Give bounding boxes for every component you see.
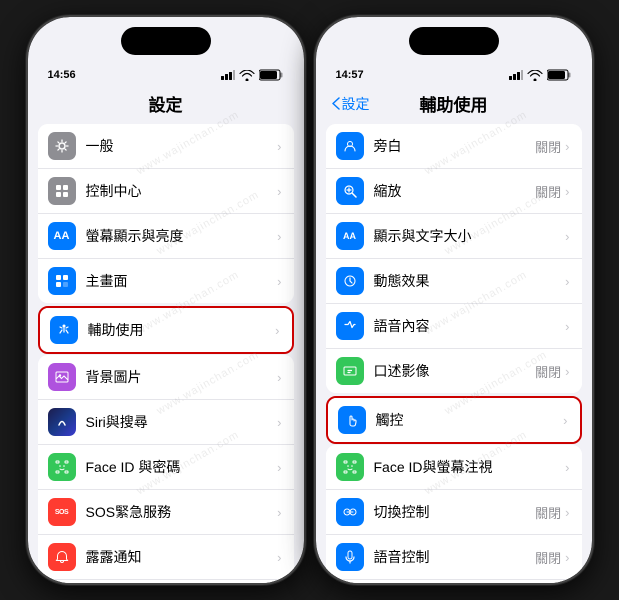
item-home[interactable]: 主畫面 › [38, 259, 294, 303]
section-vision: 旁白 關閉 › 縮放 關閉 › [326, 124, 582, 393]
phone-1-screen: 14:56 設定 [28, 17, 304, 583]
item-motion[interactable]: 動態效果 › [326, 259, 582, 304]
general-icon [48, 132, 76, 160]
control-icon [48, 177, 76, 205]
item-control-label: 控制中心 [86, 181, 278, 201]
notifications-icon [48, 543, 76, 571]
item-control[interactable]: 控制中心 › [38, 169, 294, 214]
item-display-label: 螢幕顯示與亮度 [86, 226, 278, 246]
item-sos[interactable]: SOS SOS緊急服務 › [38, 490, 294, 535]
time-1: 14:56 [48, 69, 76, 81]
textsize-icon: AA [336, 222, 364, 250]
item-battery[interactable]: 電池 › [38, 580, 294, 583]
phone-2: 14:57 設定 輔助使用 [314, 15, 594, 585]
list-inner-1: 一般 › 控制中心 › AA [38, 124, 294, 303]
list-physical-inner: Face ID與螢幕注視 › 切換控制 關閉 › [326, 445, 582, 583]
wallpaper-icon [48, 363, 76, 391]
item-general[interactable]: 一般 › [38, 124, 294, 169]
nav-bar-1: 設定 [28, 87, 304, 124]
wifi-icon-1 [239, 70, 255, 81]
voicecontrol-icon [336, 543, 364, 571]
item-wallpaper[interactable]: 背景圖片 › [38, 355, 294, 400]
highlighted-touch: 觸控 › [326, 396, 582, 444]
highlight-touch-wrapper: 觸控 › [326, 396, 582, 444]
settings-list-2[interactable]: 旁白 關閉 › 縮放 關閉 › [316, 124, 592, 583]
item-switchcontrol[interactable]: 切換控制 關閉 › [326, 490, 582, 535]
audiodesc-icon [336, 357, 364, 385]
item-audiodesc[interactable]: 口述影像 關閉 › [326, 349, 582, 393]
phone-2-screen: 14:57 設定 輔助使用 [316, 17, 592, 583]
item-zoom[interactable]: 縮放 關閉 › [326, 169, 582, 214]
item-voiceover[interactable]: 旁白 關閉 › [326, 124, 582, 169]
voiceover-icon [336, 132, 364, 160]
touch-icon [338, 406, 366, 434]
item-accessibility-label: 輔助使用 [88, 320, 276, 340]
section-physical: Face ID與螢幕注視 › 切換控制 關閉 › [326, 445, 582, 583]
item-faceid2[interactable]: Face ID與螢幕注視 › [326, 445, 582, 490]
motion-icon [336, 267, 364, 295]
item-voicecontrol-label: 語音控制 [374, 547, 536, 567]
back-label-2: 設定 [342, 94, 370, 114]
list-inner-2: 背景圖片 › Siri與搜尋 › [38, 355, 294, 583]
item-touch[interactable]: 觸控 › [328, 398, 580, 442]
item-siri[interactable]: Siri與搜尋 › [38, 400, 294, 445]
settings-list-1[interactable]: 一般 › 控制中心 › AA [28, 124, 304, 583]
item-notifications[interactable]: 露露通知 › [38, 535, 294, 580]
item-siri-label: Siri與搜尋 [86, 412, 278, 432]
nav-title-1: 設定 [149, 91, 183, 116]
item-touch-label: 觸控 [376, 410, 564, 430]
item-sidebutton[interactable]: 側邊按鈕 › [326, 580, 582, 583]
item-notifications-label: 露露通知 [86, 547, 278, 567]
item-spokencontent[interactable]: 語音內容 › [326, 304, 582, 349]
zoom-icon [336, 177, 364, 205]
item-home-label: 主畫面 [86, 271, 278, 291]
item-faceid-label: Face ID 與密碼 [86, 457, 278, 477]
item-spokencontent-label: 語音內容 [374, 316, 566, 336]
item-voiceover-label: 旁白 [374, 136, 536, 156]
item-audiodesc-label: 口述影像 [374, 361, 536, 381]
item-switchcontrol-label: 切換控制 [374, 502, 536, 522]
status-icons-2 [509, 69, 572, 81]
section-group-2: 背景圖片 › Siri與搜尋 › [38, 355, 294, 583]
item-textsize[interactable]: AA 顯示與文字大小 › [326, 214, 582, 259]
status-icons-1 [221, 69, 284, 81]
faceid-icon [48, 453, 76, 481]
accessibility-icon [50, 316, 78, 344]
signal-icon-2 [509, 70, 523, 80]
siri-icon [48, 408, 76, 436]
item-general-label: 一般 [86, 136, 278, 156]
item-wallpaper-label: 背景圖片 [86, 367, 278, 387]
nav-bar-2: 設定 輔助使用 [316, 87, 592, 124]
item-motion-label: 動態效果 [374, 271, 566, 291]
display-icon: AA [48, 222, 76, 250]
item-accessibility[interactable]: 輔助使用 › [40, 308, 292, 352]
switchcontrol-icon [336, 498, 364, 526]
nav-back-2[interactable]: 設定 [332, 94, 370, 114]
dynamic-island-1 [121, 27, 211, 55]
spokencontent-icon [336, 312, 364, 340]
nav-title-2: 輔助使用 [420, 91, 488, 116]
phones-container: 14:56 設定 [26, 15, 594, 585]
dynamic-island-2 [409, 27, 499, 55]
item-faceid[interactable]: Face ID 與密碼 › [38, 445, 294, 490]
battery-icon-1 [259, 69, 284, 81]
battery-icon-2 [547, 69, 572, 81]
item-zoom-label: 縮放 [374, 181, 536, 201]
section-group-1: 一般 › 控制中心 › AA [38, 124, 294, 303]
wifi-icon-2 [527, 70, 543, 81]
item-voicecontrol[interactable]: 語音控制 關閉 › [326, 535, 582, 580]
signal-icon-1 [221, 70, 235, 80]
highlight-accessibility-wrapper: 輔助使用 › [38, 306, 294, 354]
item-display[interactable]: AA 螢幕顯示與亮度 › [38, 214, 294, 259]
time-2: 14:57 [336, 69, 364, 81]
item-textsize-label: 顯示與文字大小 [374, 226, 566, 246]
faceid2-icon [336, 453, 364, 481]
phone-1: 14:56 設定 [26, 15, 306, 585]
item-sos-label: SOS緊急服務 [86, 502, 278, 522]
highlighted-accessibility: 輔助使用 › [38, 306, 294, 354]
sos-icon: SOS [48, 498, 76, 526]
item-faceid2-label: Face ID與螢幕注視 [374, 457, 566, 477]
home-icon [48, 267, 76, 295]
list-vision-inner: 旁白 關閉 › 縮放 關閉 › [326, 124, 582, 393]
